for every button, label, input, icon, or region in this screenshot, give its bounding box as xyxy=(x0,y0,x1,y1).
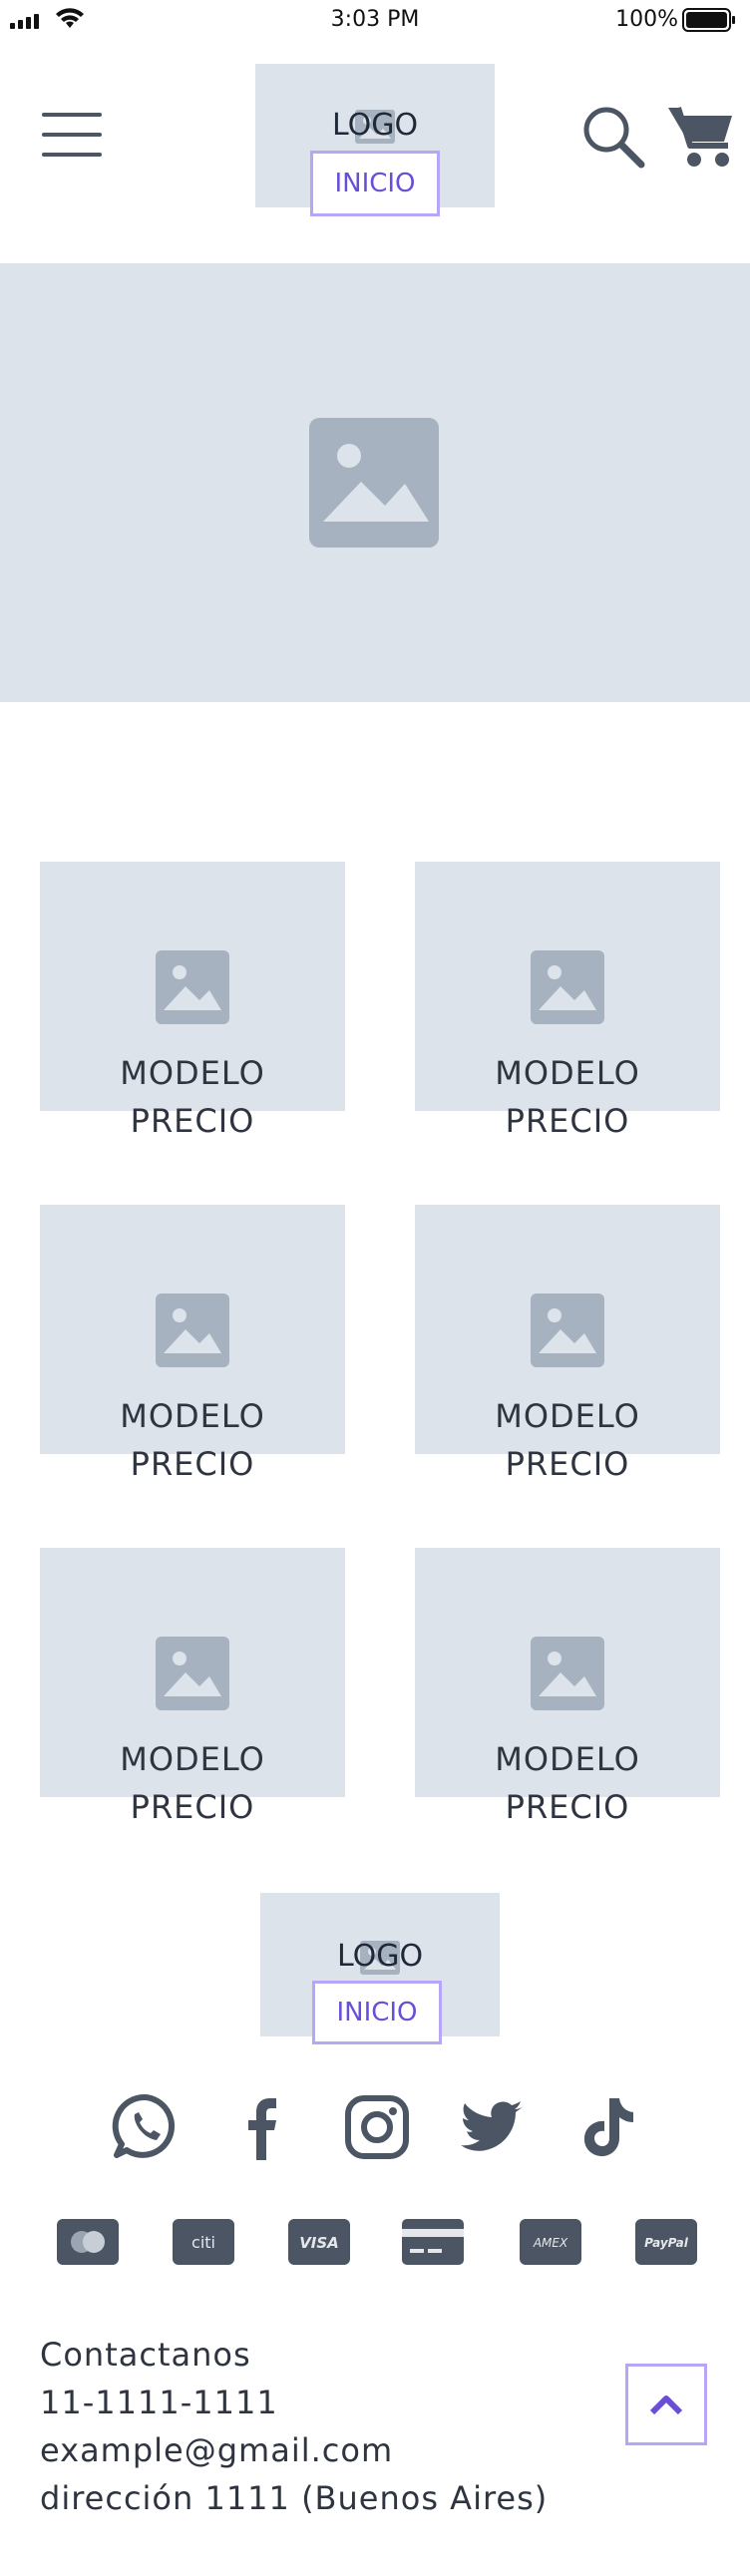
product-price: PRECIO xyxy=(130,1445,255,1483)
footer-logo-text: LOGO xyxy=(336,1939,424,1974)
tiktok-icon[interactable] xyxy=(573,2092,643,2162)
product-price: PRECIO xyxy=(130,1788,255,1826)
image-placeholder-icon xyxy=(531,950,604,1024)
amex-label: AMEX xyxy=(533,2236,568,2250)
image-placeholder-icon xyxy=(309,418,439,548)
chevron-up-icon xyxy=(649,2395,683,2415)
image-placeholder-icon xyxy=(156,1293,229,1367)
amex-icon: AMEX xyxy=(520,2219,581,2265)
logo-text: LOGO xyxy=(331,108,419,143)
visa-icon: VISA xyxy=(288,2219,350,2265)
contact-phone: 11-1111-1111 xyxy=(40,2384,278,2421)
facebook-icon[interactable] xyxy=(226,2092,296,2162)
product-price: PRECIO xyxy=(130,1102,255,1140)
product-model: MODELO xyxy=(495,1054,640,1092)
scroll-top-button[interactable] xyxy=(625,2364,707,2445)
cart-icon[interactable] xyxy=(666,102,736,170)
image-placeholder-icon xyxy=(531,1293,604,1367)
product-price: PRECIO xyxy=(505,1445,630,1483)
status-bar: 3:03 PM 100% xyxy=(0,0,750,42)
product-price: PRECIO xyxy=(505,1102,630,1140)
visa-label: VISA xyxy=(299,2234,339,2252)
twitter-icon[interactable] xyxy=(458,2092,528,2162)
contact-address: dirección 1111 (Buenos Aires) xyxy=(40,2479,549,2517)
image-placeholder-icon xyxy=(531,1637,604,1710)
footer-inicio-button[interactable]: INICIO xyxy=(312,1981,442,2044)
mastercard-icon xyxy=(57,2219,119,2265)
battery-icon xyxy=(682,8,735,32)
product-model: MODELO xyxy=(120,1054,265,1092)
paypal-icon: PayPal xyxy=(635,2219,697,2265)
menu-icon[interactable] xyxy=(42,113,102,157)
contact-email: example@gmail.com xyxy=(40,2431,394,2469)
paypal-label: PayPal xyxy=(644,2236,689,2250)
product-model: MODELO xyxy=(120,1397,265,1435)
product-model: MODELO xyxy=(495,1397,640,1435)
product-model: MODELO xyxy=(495,1740,640,1778)
search-icon[interactable] xyxy=(580,104,646,170)
instagram-icon[interactable] xyxy=(342,2092,412,2162)
image-placeholder-icon xyxy=(156,950,229,1024)
inicio-button[interactable]: INICIO xyxy=(310,151,440,216)
product-price: PRECIO xyxy=(505,1788,630,1826)
citi-icon: citi xyxy=(173,2219,234,2265)
contact-title: Contactanos xyxy=(40,2336,251,2374)
citi-label: citi xyxy=(191,2233,215,2252)
credit-card-icon xyxy=(402,2219,464,2265)
product-model: MODELO xyxy=(120,1740,265,1778)
whatsapp-icon[interactable] xyxy=(111,2092,181,2162)
battery-percent: 100% xyxy=(615,7,678,32)
image-placeholder-icon xyxy=(156,1637,229,1710)
